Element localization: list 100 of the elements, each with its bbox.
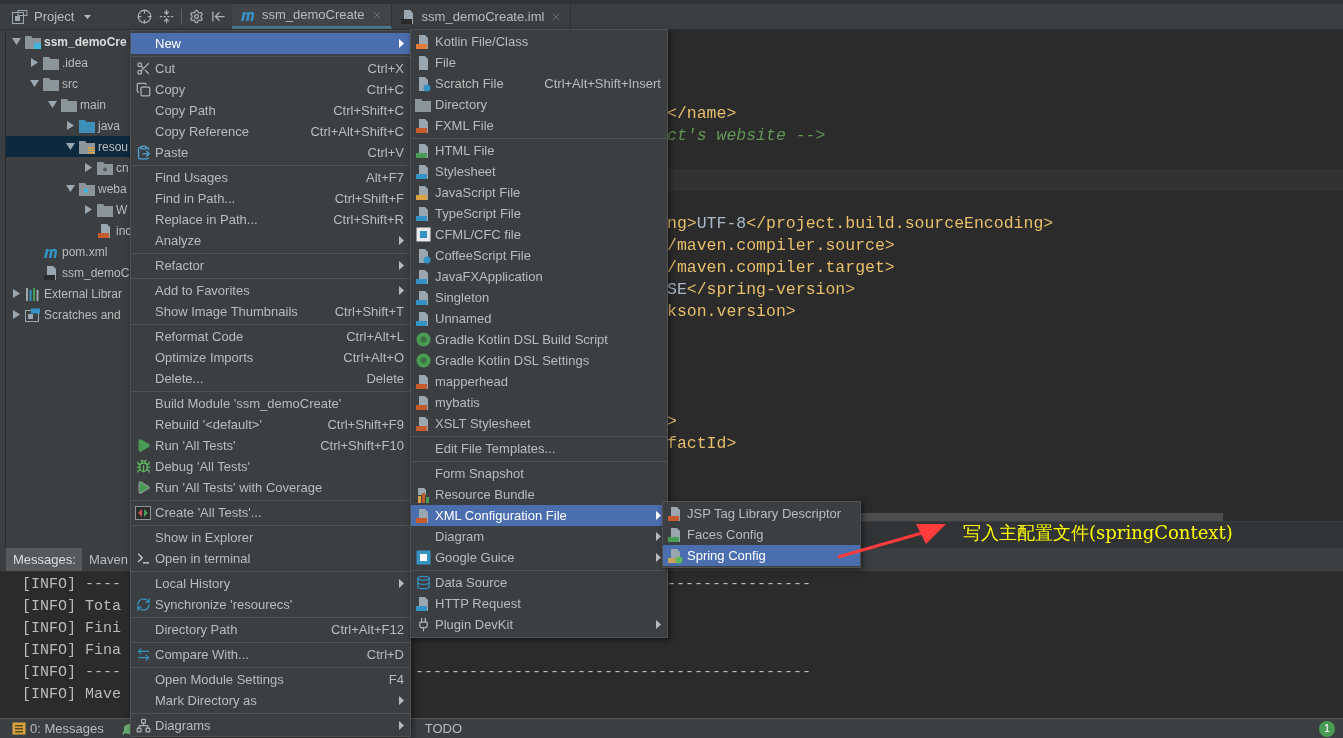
- crosshair-icon[interactable]: [137, 9, 153, 24]
- menu-item[interactable]: Form Snapshot: [411, 463, 667, 484]
- menu-item[interactable]: XSLT Stylesheet: [411, 413, 667, 434]
- expand-arrow-icon[interactable]: [11, 310, 21, 319]
- project-view-dropdown[interactable]: Project: [34, 6, 92, 27]
- menu-item[interactable]: Gradle Kotlin DSL Settings: [411, 350, 667, 371]
- menu-item[interactable]: Replace in Path... Ctrl+Shift+R: [131, 209, 410, 230]
- menu-item[interactable]: Kotlin File/Class: [411, 31, 667, 52]
- menu-item[interactable]: Open Module Settings F4: [131, 669, 410, 690]
- menu-item[interactable]: mybatis: [411, 392, 667, 413]
- tree-item[interactable]: main: [6, 94, 130, 115]
- menu-item[interactable]: JavaScript File: [411, 182, 667, 203]
- console-line: [INFO] Fina: [22, 640, 123, 661]
- expand-arrow-icon[interactable]: [11, 289, 21, 298]
- menu-item[interactable]: CoffeeScript File: [411, 245, 667, 266]
- hide-panel-icon[interactable]: [211, 9, 227, 24]
- menu-item[interactable]: Gradle Kotlin DSL Build Script: [411, 329, 667, 350]
- file-icon: [415, 310, 431, 327]
- menu-item[interactable]: Reformat Code Ctrl+Alt+L: [131, 326, 410, 347]
- menu-item[interactable]: Add to Favorites: [131, 280, 410, 301]
- menu-item[interactable]: Plugin DevKit: [411, 614, 667, 635]
- submenu-arrow-icon: [656, 620, 661, 629]
- menu-item[interactable]: Run 'All Tests' Ctrl+Shift+F10: [131, 435, 410, 456]
- todo-tool-button[interactable]: TODO: [424, 718, 463, 738]
- menu-item[interactable]: Copy Path Ctrl+Shift+C: [131, 100, 410, 121]
- menu-item[interactable]: Find in Path... Ctrl+Shift+F: [131, 188, 410, 209]
- menu-item[interactable]: Show in Explorer: [131, 527, 410, 548]
- menu-item[interactable]: Mark Directory as: [131, 690, 410, 711]
- tree-item[interactable]: ssm_demoC: [6, 262, 130, 283]
- menu-item[interactable]: TypeScript File: [411, 203, 667, 224]
- menu-item[interactable]: Rebuild '<default>' Ctrl+Shift+F9: [131, 414, 410, 435]
- expand-arrow-icon[interactable]: [29, 79, 39, 88]
- menu-item[interactable]: Edit File Templates...: [411, 438, 667, 459]
- menu-item[interactable]: Resource Bundle: [411, 484, 667, 505]
- notification-badge[interactable]: 1: [1319, 720, 1335, 737]
- expand-arrow-icon[interactable]: [65, 121, 75, 130]
- menu-item[interactable]: File: [411, 52, 667, 73]
- menu-item[interactable]: Compare With... Ctrl+D: [131, 644, 410, 665]
- menu-item[interactable]: Spring Config: [663, 545, 860, 566]
- tree-item[interactable]: ssm_demoCre: [6, 31, 130, 52]
- tree-item[interactable]: External Librar: [6, 283, 130, 304]
- expand-arrow-icon[interactable]: [65, 184, 75, 193]
- menu-item[interactable]: Paste Ctrl+V: [131, 142, 410, 163]
- menu-item[interactable]: Show Image Thumbnails Ctrl+Shift+T: [131, 301, 410, 322]
- menu-item[interactable]: New: [131, 33, 410, 54]
- expand-arrow-icon[interactable]: [29, 58, 39, 67]
- collapse-icon[interactable]: [159, 9, 175, 24]
- menu-item[interactable]: Build Module 'ssm_demoCreate': [131, 393, 410, 414]
- menu-item[interactable]: Optimize Imports Ctrl+Alt+O: [131, 347, 410, 368]
- tree-item[interactable]: .idea: [6, 52, 130, 73]
- expand-arrow-icon[interactable]: [11, 37, 21, 46]
- menu-item[interactable]: Create 'All Tests'...: [131, 502, 410, 523]
- list-icon: [12, 722, 26, 735]
- tree-item[interactable]: W: [6, 199, 130, 220]
- tree-item[interactable]: cn: [6, 157, 130, 178]
- menu-item[interactable]: FXML File: [411, 115, 667, 136]
- menu-item[interactable]: Singleton: [411, 287, 667, 308]
- menu-item[interactable]: Cut Ctrl+X: [131, 58, 410, 79]
- expand-arrow-icon[interactable]: [65, 142, 75, 151]
- scrollbar-thumb[interactable]: [860, 513, 1223, 521]
- menu-item[interactable]: Unnamed: [411, 308, 667, 329]
- menu-item[interactable]: Diagrams: [131, 715, 410, 736]
- tree-item[interactable]: Scratches and: [6, 304, 130, 325]
- menu-item[interactable]: Run 'All Tests' with Coverage: [131, 477, 410, 498]
- settings-icon[interactable]: [189, 9, 205, 24]
- expand-arrow-icon[interactable]: [83, 163, 93, 172]
- editor-tab[interactable]: ssm_demoCreate: [232, 4, 392, 29]
- tree-item[interactable]: resou: [6, 136, 130, 157]
- menu-item[interactable]: Delete... Delete: [131, 368, 410, 389]
- tree-item[interactable]: src: [6, 73, 130, 94]
- console-line: ----------------: [667, 574, 812, 595]
- expand-arrow-icon[interactable]: [83, 205, 93, 214]
- menu-item[interactable]: Synchronize 'resourecs': [131, 594, 410, 615]
- menu-item[interactable]: mapperhead: [411, 371, 667, 392]
- code-line: ng>UTF-8</project.build.sourceEncoding>: [667, 212, 1054, 235]
- menu-item[interactable]: Scratch File Ctrl+Alt+Shift+Insert: [411, 73, 667, 94]
- messages-tool-button[interactable]: 0: Messages: [12, 718, 104, 738]
- menu-item[interactable]: HTTP Request: [411, 593, 667, 614]
- panel-tab[interactable]: Messages:: [6, 548, 82, 571]
- code-line: /maven.compiler.source>: [667, 234, 895, 257]
- menu-item[interactable]: Directory Path Ctrl+Alt+F12: [131, 619, 410, 640]
- expand-arrow-icon[interactable]: [47, 100, 57, 109]
- tree-item[interactable]: weba: [6, 178, 130, 199]
- menu-item[interactable]: Copy Ctrl+C: [131, 79, 410, 100]
- menu-item[interactable]: Directory: [411, 94, 667, 115]
- menu-item[interactable]: Local History: [131, 573, 410, 594]
- menu-item[interactable]: Analyze: [131, 230, 410, 251]
- menu-item[interactable]: Find Usages Alt+F7: [131, 167, 410, 188]
- menu-item[interactable]: CFML/CFC file: [411, 224, 667, 245]
- menu-item[interactable]: Open in terminal: [131, 548, 410, 569]
- menu-item[interactable]: JavaFXApplication: [411, 266, 667, 287]
- menu-item[interactable]: Refactor: [131, 255, 410, 276]
- menu-item[interactable]: Stylesheet: [411, 161, 667, 182]
- menu-item[interactable]: HTML File: [411, 140, 667, 161]
- tree-item[interactable]: java: [6, 115, 130, 136]
- menu-item[interactable]: Copy Reference Ctrl+Alt+Shift+C: [131, 121, 410, 142]
- panel-tab[interactable]: Maven: [81, 548, 128, 571]
- menu-item[interactable]: Data Source: [411, 572, 667, 593]
- menu-item[interactable]: Debug 'All Tests': [131, 456, 410, 477]
- tree-item[interactable]: pom.xml: [6, 241, 130, 262]
